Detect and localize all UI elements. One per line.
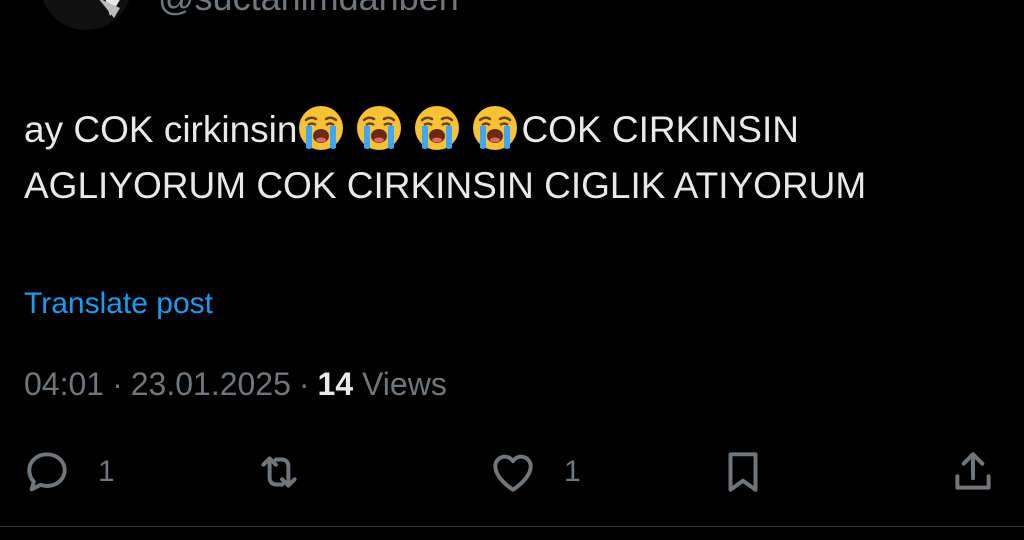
loudly-crying-face-icon — [471, 104, 519, 152]
post-text-start: ay COK cirkinsin — [24, 109, 298, 150]
views-label[interactable]: Views — [362, 366, 447, 402]
avatar[interactable] — [40, 0, 132, 30]
post-date[interactable]: 23.01.2025 — [131, 366, 291, 402]
share-icon — [948, 447, 998, 497]
post-text-line-1: ay COK cirkinsin COK CIRKINSIN — [24, 102, 1014, 158]
reply-icon — [22, 447, 72, 497]
meta-separator: · — [112, 366, 123, 402]
translate-post-link[interactable]: Translate post — [24, 284, 213, 324]
bookmark-button[interactable] — [718, 442, 768, 502]
post-text: ay COK cirkinsin COK CIRKINSIN AGLIYORUM … — [24, 102, 1014, 214]
heart-icon — [488, 447, 538, 497]
views-count[interactable]: 14 — [318, 366, 354, 402]
post-text-line-2: AGLIYORUM COK CIRKINSIN CIGLIK ATIYORUM — [24, 165, 867, 206]
loudly-crying-face-icon — [413, 104, 461, 152]
meta-separator: · — [298, 366, 310, 402]
loudly-crying-face-icon — [355, 104, 403, 152]
bookmark-icon — [718, 447, 768, 497]
post-meta: 04:01 · 23.01.2025 · 14 Views — [24, 362, 447, 406]
loudly-crying-face-icon — [297, 104, 345, 152]
reply-button[interactable]: 1 — [22, 442, 115, 502]
like-count: 1 — [564, 455, 581, 488]
reply-count: 1 — [98, 455, 115, 488]
post-text-tail: COK CIRKINSIN — [521, 109, 799, 150]
repost-button[interactable] — [254, 442, 304, 502]
action-bar: 1 1 — [0, 442, 1024, 502]
share-button[interactable] — [948, 442, 998, 502]
like-button[interactable]: 1 — [488, 442, 581, 502]
author-handle[interactable]: @suctanimdanben — [158, 0, 459, 20]
divider — [0, 526, 1024, 527]
repost-icon — [254, 447, 304, 497]
post-time[interactable]: 04:01 — [24, 366, 104, 402]
